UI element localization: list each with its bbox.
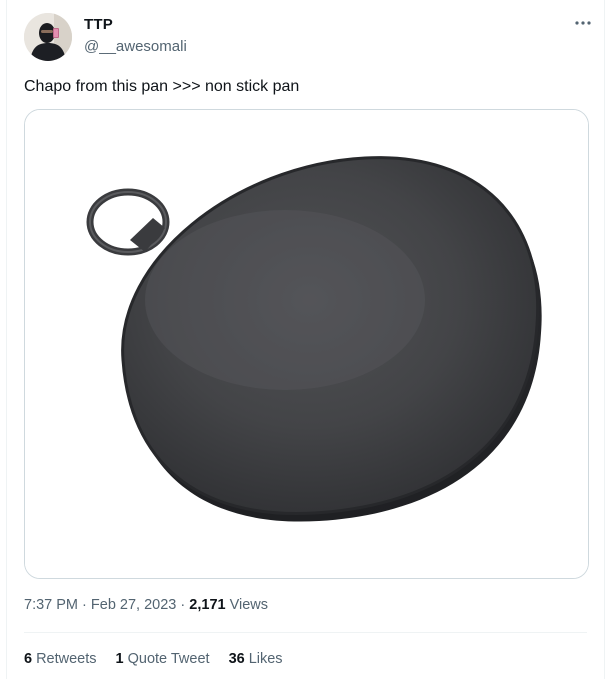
likes-label: Likes (248, 651, 283, 667)
retweets-count: 6 (24, 651, 33, 667)
likes-stat[interactable]: 36 Likes (229, 651, 283, 667)
author-handle[interactable]: @__awesomali (84, 38, 187, 55)
more-options-button[interactable] (572, 14, 594, 32)
avatar-image (24, 13, 72, 61)
views-label: Views (229, 597, 269, 613)
retweets-stat[interactable]: 6 Retweets (24, 651, 97, 667)
tweet-card: TTP @__awesomali Chapo from this pan >>>… (6, 0, 605, 679)
pan-photo (25, 110, 588, 578)
meta-separator: · (180, 597, 186, 613)
more-horizontal-icon (575, 21, 591, 25)
tweet-date[interactable]: Feb 27, 2023 (91, 597, 176, 613)
quote-tweets-count: 1 (115, 651, 124, 667)
retweets-label: Retweets (36, 651, 97, 667)
meta-separator: · (82, 597, 87, 613)
avatar[interactable] (24, 13, 72, 61)
tweet-meta: 7:37 PM · Feb 27, 2023 · 2,171 Views (24, 597, 268, 613)
quote-tweets-stat[interactable]: 1 Quote Tweet (116, 651, 210, 667)
quote-tweets-label: Quote Tweet (127, 651, 210, 667)
likes-count: 36 (228, 651, 245, 667)
divider (24, 632, 587, 633)
author-display-name[interactable]: TTP (84, 16, 113, 33)
views-count: 2,171 (189, 597, 226, 613)
tweet-media[interactable] (24, 109, 589, 579)
tweet-time[interactable]: 7:37 PM (24, 597, 78, 613)
tweet-stats: 6 Retweets 1 Quote Tweet 36 Likes (24, 651, 302, 667)
tweet-text: Chapo from this pan >>> non stick pan (24, 78, 300, 95)
